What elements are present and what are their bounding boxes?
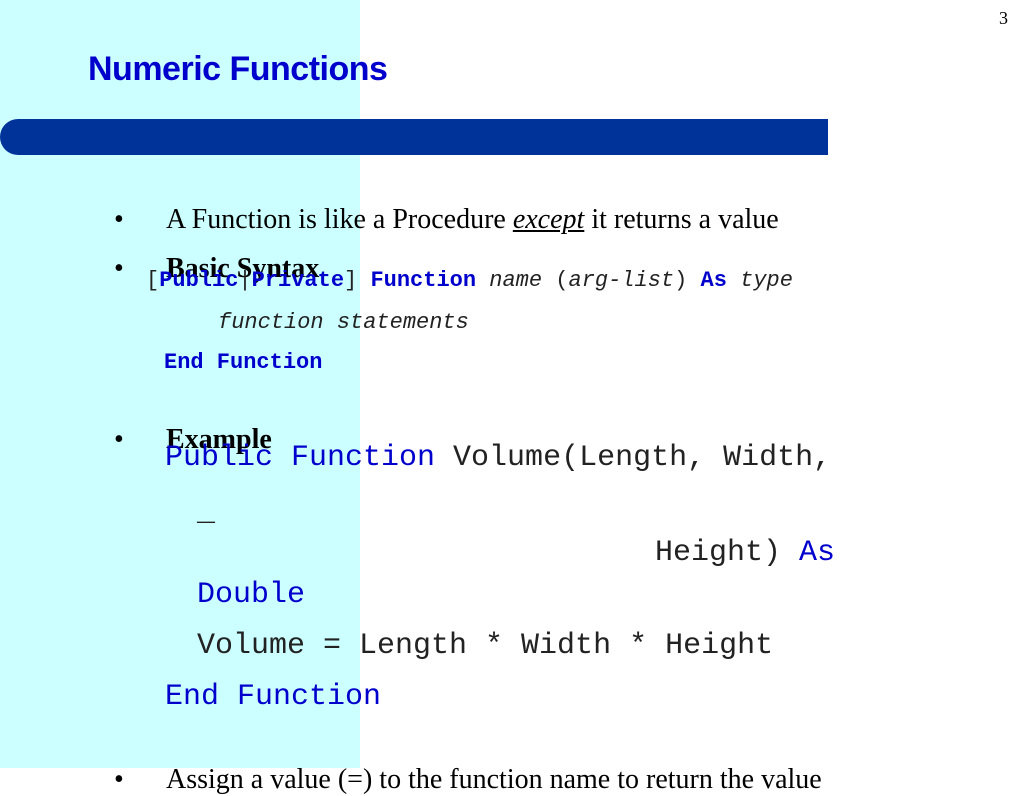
- title-bar: [0, 119, 828, 155]
- syntax-private: Private: [251, 268, 345, 293]
- page-number: 3: [999, 8, 1008, 28]
- syntax-close-paren: ): [674, 268, 701, 293]
- bullet-dot: •: [114, 424, 124, 455]
- syntax-type: type: [740, 268, 793, 293]
- syntax-end-function: End Function: [164, 350, 323, 375]
- bullet-dot: •: [114, 253, 124, 284]
- syntax-name: name: [489, 268, 543, 293]
- example-double-keyword: Double: [197, 578, 306, 612]
- example-height-line: Height) As: [655, 536, 835, 570]
- syntax-arg-list: arg-list: [568, 268, 675, 293]
- syntax-open-bracket: [: [146, 268, 160, 293]
- bullet-text: Assign a value (=) to the function name …: [166, 764, 822, 795]
- bullet-assign-value: • Assign a value (=) to the function name…: [114, 732, 822, 796]
- syntax-line-declaration: [Public|Private] Function name (arg-list…: [146, 268, 793, 293]
- syntax-pipe: |: [238, 268, 252, 293]
- example-as-keyword: As: [799, 536, 836, 570]
- bullet-emphasis: except: [512, 204, 585, 235]
- bullet-dot: •: [114, 204, 124, 235]
- syntax-public: Public: [159, 268, 239, 293]
- example-decl-keywords: Public Function: [165, 441, 436, 475]
- example-declaration: Public Function Volume(Length, Width,: [165, 441, 831, 475]
- example-decl-rest: Volume(Length, Width,: [435, 441, 832, 475]
- example-end-function: End Function: [165, 680, 382, 714]
- bullet-text-after: it returns a value: [584, 204, 779, 235]
- syntax-function-keyword: Function: [370, 268, 477, 293]
- example-height-text: Height): [655, 536, 800, 570]
- example-continuation: _: [197, 496, 216, 530]
- example-body: Volume = Length * Width * Height: [197, 629, 774, 663]
- slide-title: Numeric Functions: [88, 50, 388, 88]
- syntax-close-bracket: ]: [344, 268, 371, 293]
- syntax-as-keyword: As: [700, 268, 727, 293]
- bullet-dot: •: [114, 764, 124, 795]
- syntax-statements: function statements: [218, 310, 469, 335]
- syntax-open-paren: (: [542, 268, 569, 293]
